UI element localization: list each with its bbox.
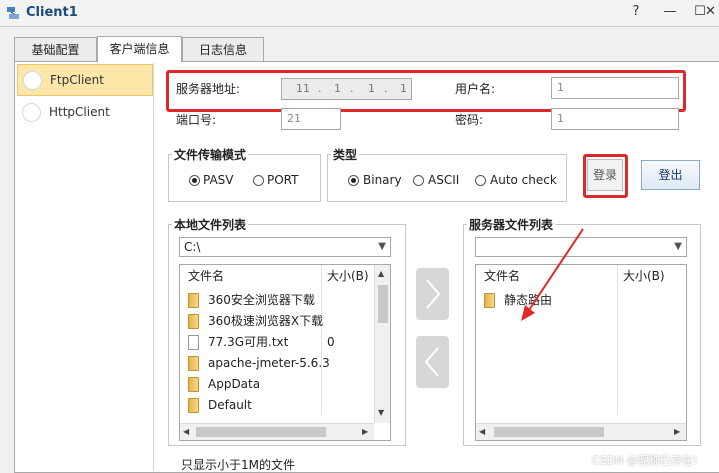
sidebar-item-httpclient[interactable]: HttpClient <box>17 97 153 127</box>
port-radio[interactable] <box>253 175 264 186</box>
ip-dot: . <box>350 82 354 95</box>
local-path-select[interactable]: C:\ ▼ <box>179 237 391 257</box>
server-ip-input[interactable]: 11 . 1 . 1 . 1 <box>281 78 412 100</box>
auto-check-label: Auto check <box>490 173 557 187</box>
tab-log-info[interactable]: 日志信息 <box>182 37 264 62</box>
list-item[interactable]: AppData <box>180 374 390 395</box>
file-name: apache-jmeter-5.6.3 <box>208 356 330 370</box>
file-icon <box>188 335 199 350</box>
password-input[interactable]: 1 <box>551 108 679 130</box>
folder-icon <box>188 314 199 329</box>
sidebar-item-ftpclient[interactable]: FtpClient <box>17 64 153 96</box>
ip-dot: . <box>384 82 388 95</box>
file-name: 360极速浏览器X下载 <box>208 314 324 328</box>
binary-radio[interactable] <box>348 175 359 186</box>
scroll-left-icon[interactable]: ◀ <box>479 427 485 436</box>
chevron-left-icon <box>424 347 439 377</box>
scroll-down-icon[interactable]: ▼ <box>378 408 384 417</box>
scroll-right-icon[interactable]: ▶ <box>674 427 680 436</box>
window-title: Client1 <box>26 5 78 20</box>
scroll-thumb[interactable] <box>378 285 388 323</box>
file-name: Default <box>208 398 252 412</box>
scroll-up-icon[interactable]: ▲ <box>378 269 384 278</box>
chevron-down-icon: ▼ <box>378 241 386 252</box>
folder-icon <box>484 293 495 308</box>
list-item[interactable]: apache-jmeter-5.6.3 <box>180 353 390 374</box>
pasv-radio[interactable] <box>189 175 200 186</box>
tab-client-info[interactable]: 客户端信息 <box>97 36 182 62</box>
local-files-title: 本地文件列表 <box>172 216 249 233</box>
local-file-list[interactable]: 文件名 大小(B) 360安全浏览器下载 360极速浏览器X下载 77.3G可用… <box>179 264 391 441</box>
ip-octet-1: 11 <box>296 82 310 95</box>
ip-dot: . <box>318 82 322 95</box>
folder-icon <box>188 356 199 371</box>
watermark: CSDN @昵称已存在! <box>592 454 698 467</box>
ascii-label: ASCII <box>428 173 460 187</box>
file-name: 77.3G可用.txt <box>208 335 289 349</box>
column-size-header[interactable]: 大小(B) <box>327 265 369 287</box>
folder-icon <box>188 377 199 392</box>
username-label: 用户名: <box>455 82 496 96</box>
transfer-mode-title: 文件传输模式 <box>172 146 249 163</box>
binary-label: Binary <box>363 173 402 187</box>
file-name: AppData <box>208 377 261 391</box>
title-bar <box>0 0 719 27</box>
ascii-radio[interactable] <box>413 175 424 186</box>
chevron-right-icon <box>426 279 441 309</box>
file-name: 360安全浏览器下载 <box>208 293 315 307</box>
type-title: 类型 <box>331 146 360 163</box>
scroll-right-icon[interactable]: ▶ <box>362 427 368 436</box>
scroll-left-icon[interactable]: ◀ <box>183 427 189 436</box>
ftp-client-icon <box>23 71 42 90</box>
ip-octet-2: 1 <box>334 82 341 95</box>
sidebar-item-label: HttpClient <box>49 105 110 119</box>
folder-icon <box>188 398 199 413</box>
upload-button[interactable] <box>416 268 449 320</box>
file-size: 0 <box>327 335 335 349</box>
scroll-thumb[interactable] <box>494 427 604 437</box>
local-horizontal-scrollbar[interactable]: ◀ ▶ <box>180 423 374 440</box>
username-input[interactable]: 1 <box>551 77 679 99</box>
download-button[interactable] <box>416 336 449 388</box>
server-horizontal-scrollbar[interactable]: ◀ ▶ <box>476 423 686 440</box>
logout-button[interactable]: 登出 <box>641 160 700 190</box>
local-vertical-scrollbar[interactable]: ▲ ▼ <box>374 265 390 423</box>
list-item[interactable]: Default <box>180 395 390 416</box>
scroll-thumb[interactable] <box>196 427 326 437</box>
sidebar-item-label: FtpClient <box>50 73 104 87</box>
small-files-filter-label[interactable]: 只显示小于1M的文件 <box>181 456 295 473</box>
server-address-label: 服务器地址: <box>176 82 241 96</box>
auto-check-radio[interactable] <box>475 175 486 186</box>
chevron-down-icon: ▼ <box>674 241 682 252</box>
ip-octet-4: 1 <box>400 82 407 95</box>
folder-icon <box>188 293 199 308</box>
column-name-header[interactable]: 文件名 <box>188 265 224 287</box>
tab-basic-config[interactable]: 基础配置 <box>14 37 97 62</box>
login-button[interactable]: 登录 <box>587 159 623 191</box>
ip-octet-3: 1 <box>368 82 375 95</box>
annotation-arrow-icon <box>521 228 584 321</box>
column-size-header[interactable]: 大小(B) <box>623 265 665 287</box>
list-item[interactable]: 360安全浏览器下载 <box>180 290 390 311</box>
pasv-label: PASV <box>203 173 234 187</box>
help-button[interactable]: ? <box>621 1 651 23</box>
local-path-value: C:\ <box>184 240 201 254</box>
minimize-button[interactable]: — <box>655 1 685 23</box>
close-button[interactable]: ✕ <box>702 1 719 23</box>
port-label: 端口号: <box>176 113 217 127</box>
app-icon <box>7 7 19 19</box>
list-item[interactable]: 77.3G可用.txt 0 <box>180 332 390 353</box>
password-label: 密码: <box>455 113 484 127</box>
http-client-icon <box>22 103 41 122</box>
list-item[interactable]: 360极速浏览器X下载 <box>180 311 390 332</box>
port-mode-label: PORT <box>267 173 299 187</box>
port-input[interactable]: 21 <box>281 108 341 130</box>
